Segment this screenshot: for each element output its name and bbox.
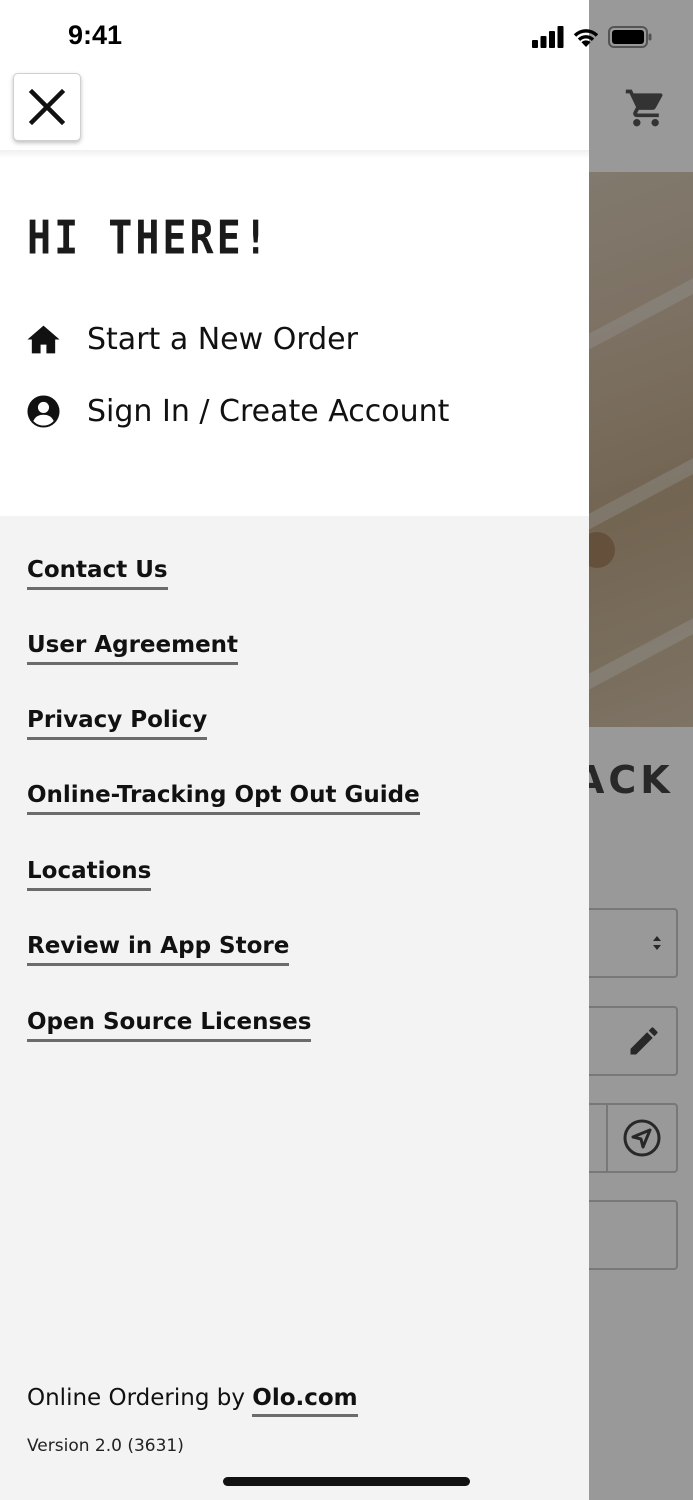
greeting-heading: HI THERE! [27,212,271,265]
nav-label: Start a New Order [87,322,358,357]
locations-link[interactable]: Locations [27,858,152,891]
status-time: 9:41 [68,20,123,50]
battery-icon [608,26,652,48]
powered-by-text: Online Ordering by Olo.com [27,1385,358,1417]
opt-out-guide-link[interactable]: Online-Tracking Opt Out Guide [27,782,420,815]
review-app-store-link[interactable]: Review in App Store [27,933,290,966]
side-menu-drawer: 9:41 HI THERE! Start a New Order Sign In… [0,0,652,1500]
contact-us-link[interactable]: Contact Us [27,557,168,590]
home-indicator [223,1477,470,1486]
home-icon [27,325,60,354]
wifi-icon [573,29,599,47]
header-divider [0,150,589,158]
olo-link[interactable]: Olo.com [252,1385,358,1417]
account-circle-icon [27,395,60,428]
open-source-licenses-link[interactable]: Open Source Licenses [27,1009,312,1042]
close-menu-button[interactable] [13,73,81,141]
status-bar: 9:41 [0,0,652,76]
signal-icon [532,26,564,48]
privacy-policy-link[interactable]: Privacy Policy [27,707,208,740]
powered-by-prefix: Online Ordering by [27,1385,253,1411]
start-new-order-link[interactable]: Start a New Order [26,322,358,357]
close-icon [28,88,66,126]
nav-label: Sign In / Create Account [87,394,450,429]
sign-in-create-account-link[interactable]: Sign In / Create Account [26,394,449,429]
user-agreement-link[interactable]: User Agreement [27,632,239,665]
app-version: Version 2.0 (3631) [27,1436,184,1456]
